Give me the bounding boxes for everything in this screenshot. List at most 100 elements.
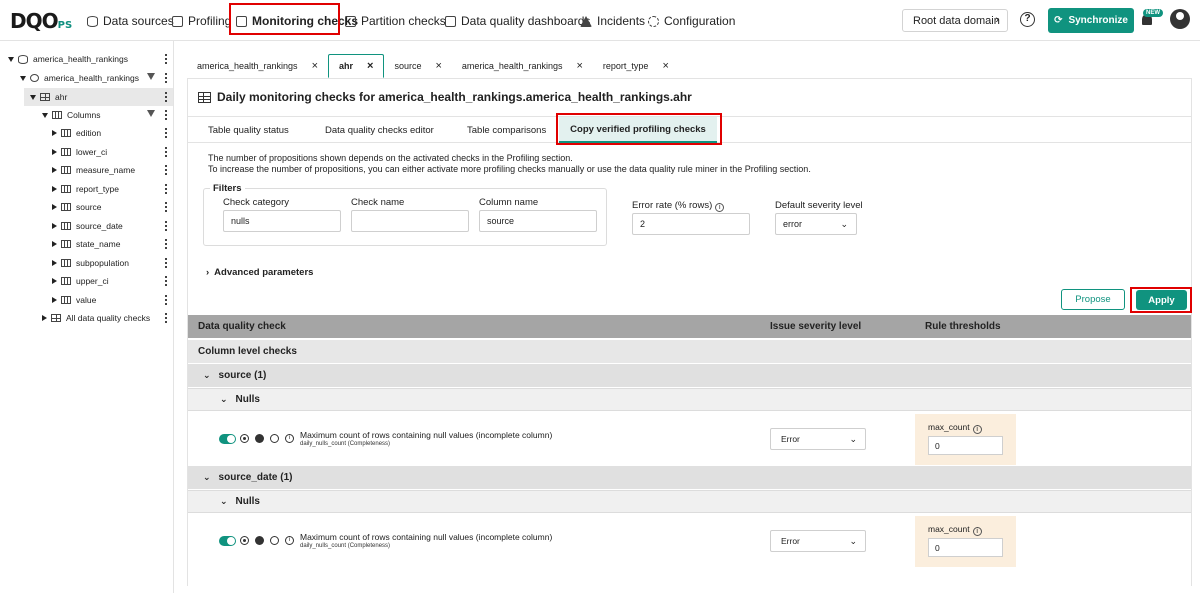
more-options-icon[interactable] xyxy=(165,201,167,213)
tab-america-health-rankings-schema[interactable]: america_health_rankings × xyxy=(452,54,593,78)
tree-column[interactable]: value xyxy=(0,291,173,309)
max-count-input[interactable]: 0 xyxy=(928,436,1003,455)
caret-right-icon[interactable] xyxy=(52,204,57,210)
tree-column[interactable]: edition xyxy=(0,124,173,142)
tab-report-type[interactable]: report_type × xyxy=(593,54,679,78)
more-options-icon[interactable] xyxy=(165,53,167,65)
subtab-copy-verified-profiling-checks[interactable]: Copy verified profiling checks xyxy=(559,117,717,143)
issue-severity-select[interactable]: Error ⌄ xyxy=(770,428,866,450)
filter-icon[interactable] xyxy=(147,73,155,80)
default-severity-select[interactable]: error ⌄ xyxy=(775,213,857,235)
more-options-icon[interactable] xyxy=(165,220,167,232)
caret-down-icon[interactable] xyxy=(8,56,14,62)
close-icon[interactable]: × xyxy=(367,60,373,72)
max-count-input[interactable]: 0 xyxy=(928,538,1003,557)
info-icon[interactable]: i xyxy=(715,203,725,212)
nav-configuration[interactable]: Configuration xyxy=(648,10,735,32)
caret-right-icon[interactable] xyxy=(52,297,57,303)
caret-right-icon[interactable] xyxy=(52,149,57,155)
tree-table-ahr[interactable]: ahr xyxy=(24,88,173,106)
nav-monitoring-checks[interactable]: Monitoring checks xyxy=(236,10,358,32)
target-icon[interactable] xyxy=(240,536,249,545)
tab-source[interactable]: source × xyxy=(384,54,451,78)
tree-column[interactable]: state_name xyxy=(0,235,173,253)
gear-icon[interactable] xyxy=(255,434,264,443)
tree-column[interactable]: measure_name xyxy=(0,161,173,179)
tab-ahr[interactable]: ahr × xyxy=(328,54,385,78)
caret-down-icon[interactable] xyxy=(42,112,48,118)
more-options-icon[interactable] xyxy=(165,238,167,250)
caret-down-icon[interactable] xyxy=(30,94,36,100)
tree-column[interactable]: report_type xyxy=(0,180,173,198)
subtab-data-quality-checks-editor[interactable]: Data quality checks editor xyxy=(325,117,434,143)
subtab-table-comparisons[interactable]: Table comparisons xyxy=(467,117,546,143)
more-options-icon[interactable] xyxy=(165,275,167,287)
caret-right-icon[interactable] xyxy=(52,278,57,284)
nav-profiling[interactable]: Profiling xyxy=(172,10,231,32)
check-enabled-toggle[interactable] xyxy=(219,434,236,444)
more-options-icon[interactable] xyxy=(165,312,167,324)
propose-button[interactable]: Propose xyxy=(1061,289,1125,310)
close-icon[interactable]: × xyxy=(576,60,582,72)
help-icon[interactable]: ? xyxy=(1020,12,1035,27)
tree-column[interactable]: source_date xyxy=(0,217,173,235)
tab-america-health-rankings-connection[interactable]: america_health_rankings × xyxy=(187,54,328,78)
more-options-icon[interactable] xyxy=(165,127,167,139)
caret-right-icon[interactable] xyxy=(52,130,57,136)
close-icon[interactable]: × xyxy=(435,60,441,72)
close-icon[interactable]: × xyxy=(662,60,668,72)
more-options-icon[interactable] xyxy=(165,72,167,84)
caret-right-icon[interactable] xyxy=(52,167,57,173)
group-row-source-date[interactable]: ⌄ source_date (1) xyxy=(188,466,1191,489)
nav-incidents[interactable]: Incidents xyxy=(580,10,645,32)
check-enabled-toggle[interactable] xyxy=(219,536,236,546)
tree-column[interactable]: upper_ci xyxy=(0,272,173,290)
info-icon[interactable]: i xyxy=(972,425,982,434)
caret-right-icon[interactable] xyxy=(52,186,57,192)
info-icon[interactable]: i xyxy=(285,536,294,545)
more-options-icon[interactable] xyxy=(165,146,167,158)
caret-right-icon[interactable] xyxy=(52,223,57,229)
caret-down-icon[interactable] xyxy=(20,75,26,81)
close-icon[interactable]: × xyxy=(312,60,318,72)
tree-column[interactable]: lower_ci xyxy=(0,143,173,161)
dqops-logo[interactable]: DQOPS xyxy=(10,9,72,33)
gear-icon[interactable] xyxy=(255,536,264,545)
info-icon[interactable]: i xyxy=(285,434,294,443)
caret-right-icon[interactable] xyxy=(52,260,57,266)
tree-schema[interactable]: america_health_rankings xyxy=(0,69,173,87)
more-options-icon[interactable] xyxy=(165,257,167,269)
tree-connection[interactable]: america_health_rankings xyxy=(0,50,173,68)
synchronize-button[interactable]: ⟳ Synchronize xyxy=(1048,8,1134,33)
group-row-source[interactable]: ⌄ source (1) xyxy=(188,364,1191,387)
check-category-input[interactable]: nulls xyxy=(223,210,341,232)
error-rate-input[interactable]: 2 xyxy=(632,213,750,235)
tree-column[interactable]: source xyxy=(0,198,173,216)
more-options-icon[interactable] xyxy=(165,164,167,176)
apply-button[interactable]: Apply xyxy=(1136,290,1187,310)
category-row-nulls[interactable]: ⌄ Nulls xyxy=(188,388,1191,411)
target-icon[interactable] xyxy=(240,434,249,443)
subtab-table-quality-status[interactable]: Table quality status xyxy=(208,117,289,143)
user-avatar[interactable] xyxy=(1170,9,1190,29)
check-name-input[interactable] xyxy=(351,210,469,232)
tree-all-data-quality-checks[interactable]: All data quality checks xyxy=(0,309,173,327)
tree-column[interactable]: subpopulation xyxy=(0,254,173,272)
info-icon[interactable]: i xyxy=(972,527,982,536)
nav-partition-checks[interactable]: Partition checks xyxy=(345,10,446,32)
caret-right-icon[interactable] xyxy=(52,241,57,247)
category-row-nulls[interactable]: ⌄ Nulls xyxy=(188,490,1191,513)
clock-icon[interactable] xyxy=(270,434,279,443)
nav-data-sources[interactable]: Data sources xyxy=(87,10,174,32)
more-options-icon[interactable] xyxy=(165,294,167,306)
root-data-domain-button[interactable]: Root data domain › xyxy=(902,9,1008,32)
filter-icon[interactable] xyxy=(147,110,155,117)
clock-icon[interactable] xyxy=(270,536,279,545)
column-name-input[interactable]: source xyxy=(479,210,597,232)
issue-severity-select[interactable]: Error ⌄ xyxy=(770,530,866,552)
more-options-icon[interactable] xyxy=(165,109,167,121)
more-options-icon[interactable] xyxy=(165,183,167,195)
caret-right-icon[interactable] xyxy=(42,315,47,321)
tree-columns[interactable]: Columns xyxy=(0,106,173,124)
nav-data-quality-dashboards[interactable]: Data quality dashboards xyxy=(445,10,590,32)
